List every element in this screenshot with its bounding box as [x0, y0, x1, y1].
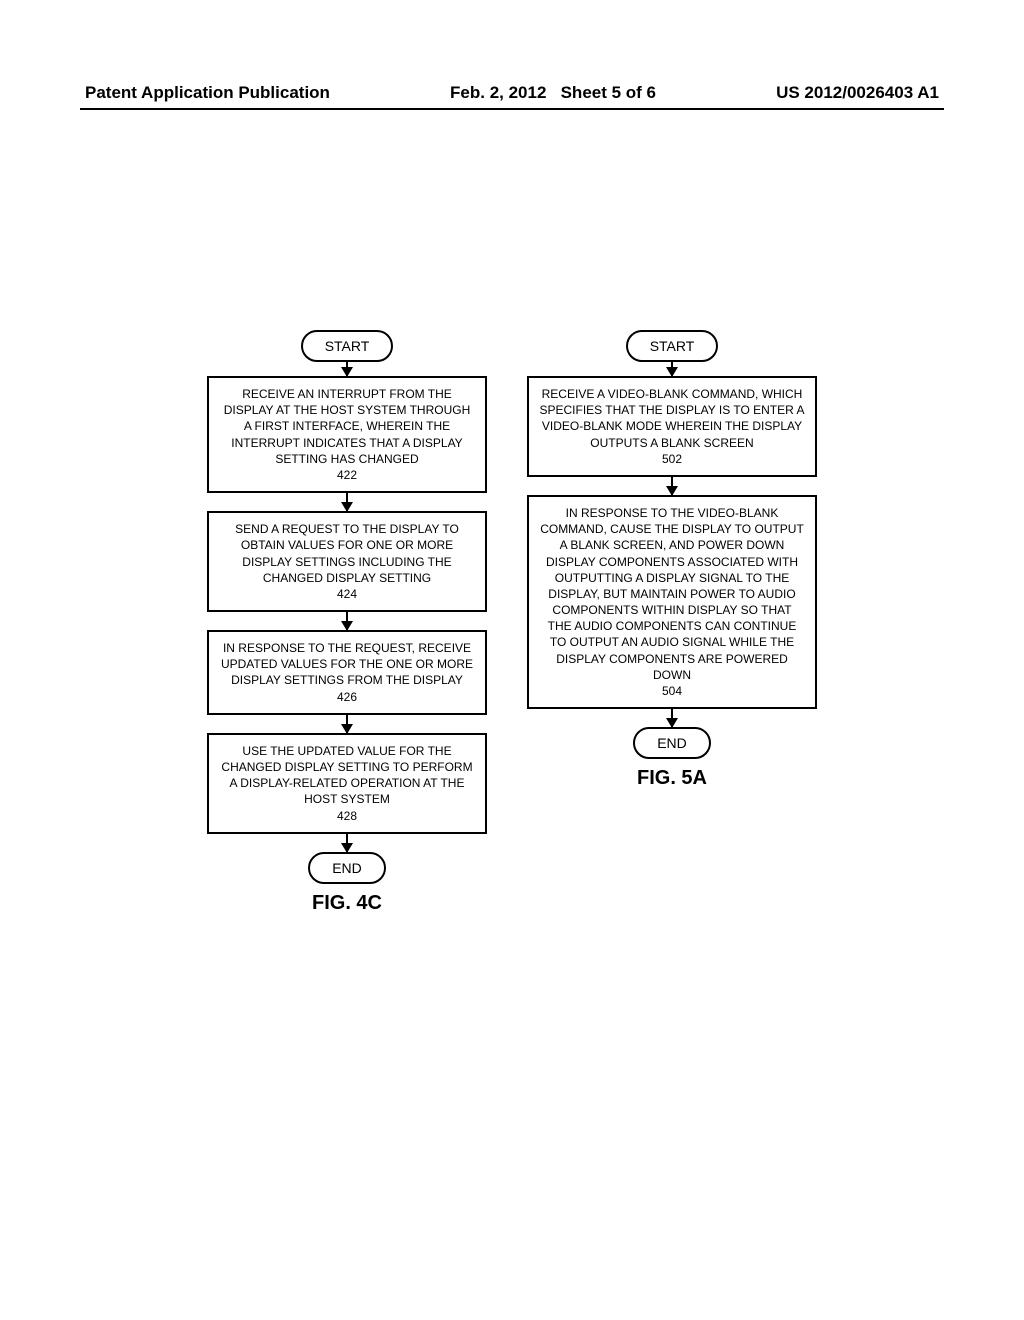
- start-terminal-5a: START: [626, 330, 719, 362]
- arrow-icon: [346, 715, 348, 733]
- arrow-icon: [346, 493, 348, 511]
- arrow-icon: [346, 834, 348, 852]
- arrow-icon: [346, 612, 348, 630]
- arrow-icon: [671, 477, 673, 495]
- header-rule: [80, 108, 944, 110]
- box-504: IN RESPONSE TO THE VIDEO-BLANK COMMAND, …: [527, 495, 817, 709]
- start-terminal-4c: START: [301, 330, 394, 362]
- box-502-num: 502: [662, 452, 682, 466]
- figure-label-4c: FIG. 4C: [312, 892, 382, 915]
- box-426: IN RESPONSE TO THE REQUEST, RECEIVE UPDA…: [207, 630, 487, 715]
- box-422-text: RECEIVE AN INTERRUPT FROM THE DISPLAY AT…: [224, 387, 471, 466]
- box-504-num: 504: [662, 684, 682, 698]
- box-428-text: USE THE UPDATED VALUE FOR THE CHANGED DI…: [221, 744, 472, 807]
- flowchart-4c: START RECEIVE AN INTERRUPT FROM THE DISP…: [207, 330, 487, 915]
- box-502-text: RECEIVE A VIDEO-BLANK COMMAND, WHICH SPE…: [540, 387, 805, 450]
- figure-label-5a: FIG. 5A: [637, 767, 707, 790]
- box-424: SEND A REQUEST TO THE DISPLAY TO OBTAIN …: [207, 511, 487, 612]
- box-422: RECEIVE AN INTERRUPT FROM THE DISPLAY AT…: [207, 376, 487, 493]
- header-publication: Patent Application Publication: [85, 83, 330, 103]
- header-date: Feb. 2, 2012: [450, 83, 546, 102]
- flowchart-5a: START RECEIVE A VIDEO-BLANK COMMAND, WHI…: [527, 330, 817, 915]
- content-area: START RECEIVE AN INTERRUPT FROM THE DISP…: [0, 330, 1024, 915]
- box-502: RECEIVE A VIDEO-BLANK COMMAND, WHICH SPE…: [527, 376, 817, 477]
- box-424-num: 424: [337, 587, 357, 601]
- arrow-icon: [671, 362, 673, 376]
- box-426-num: 426: [337, 690, 357, 704]
- box-426-text: IN RESPONSE TO THE REQUEST, RECEIVE UPDA…: [221, 641, 473, 687]
- box-424-text: SEND A REQUEST TO THE DISPLAY TO OBTAIN …: [235, 522, 459, 585]
- box-428-num: 428: [337, 809, 357, 823]
- box-428: USE THE UPDATED VALUE FOR THE CHANGED DI…: [207, 733, 487, 834]
- header-sheet: Sheet 5 of 6: [561, 83, 656, 102]
- box-422-num: 422: [337, 468, 357, 482]
- page-header: Patent Application Publication Feb. 2, 2…: [0, 83, 1024, 103]
- header-pub-number: US 2012/0026403 A1: [776, 83, 939, 103]
- end-terminal-5a: END: [633, 727, 711, 759]
- arrow-icon: [671, 709, 673, 727]
- arrow-icon: [346, 362, 348, 376]
- end-terminal-4c: END: [308, 852, 386, 884]
- box-504-text: IN RESPONSE TO THE VIDEO-BLANK COMMAND, …: [540, 506, 804, 682]
- header-date-sheet: Feb. 2, 2012 Sheet 5 of 6: [450, 83, 656, 103]
